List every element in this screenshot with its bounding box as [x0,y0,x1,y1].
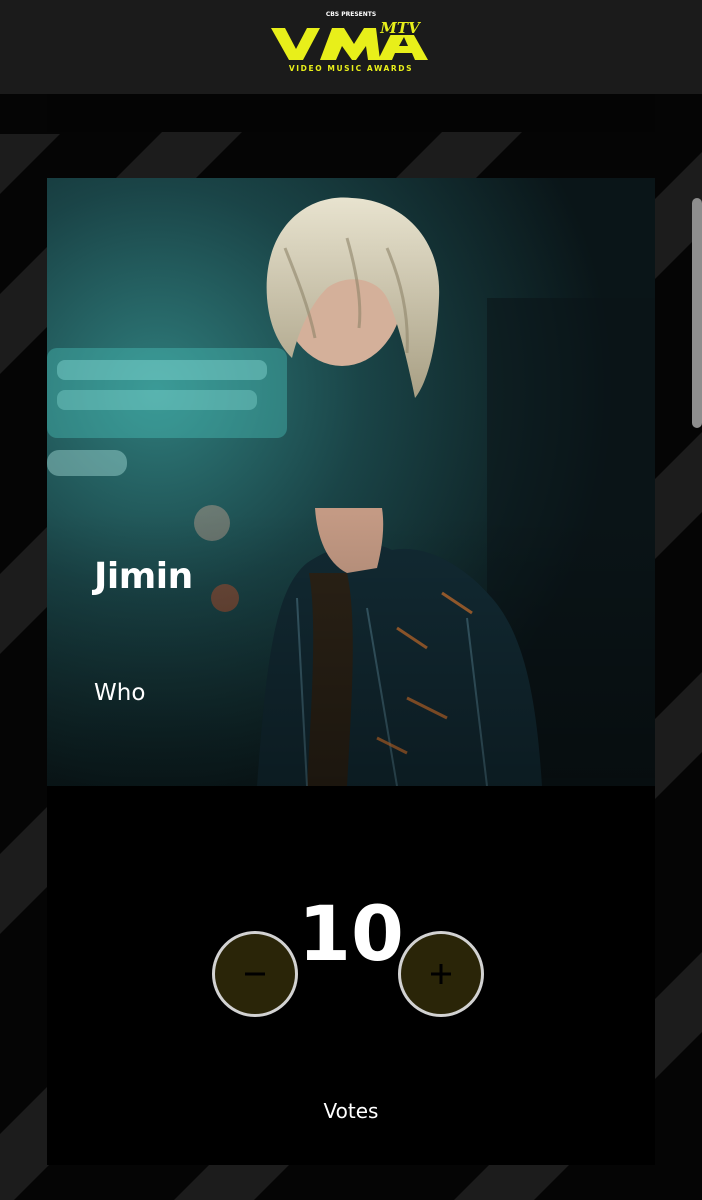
logo-channel-text: MTV [379,19,421,37]
site-header: CBS PRESENTS MTV VIDEO MUSIC AWARDS [0,0,702,94]
logo-presenter-text: CBS PRESENTS [326,11,376,18]
artist-name: Jimin [94,556,193,597]
plus-icon [401,934,481,1014]
minus-icon [215,934,295,1014]
nominee-card: Jimin Who 10 Votes [47,178,655,1165]
vma-logo[interactable]: CBS PRESENTS MTV VIDEO MUSIC AWARDS [268,8,434,74]
song-title: Who [94,680,146,706]
scrollbar-thumb[interactable] [692,198,702,428]
decrease-votes-button[interactable] [212,931,298,1017]
increase-votes-button[interactable] [398,931,484,1017]
top-card-edge [47,94,655,132]
nominee-photo: Jimin Who [47,178,655,786]
logo-tagline-text: VIDEO MUSIC AWARDS [289,64,413,73]
vote-count: 10 [298,889,404,978]
votes-label: Votes [323,1099,379,1123]
